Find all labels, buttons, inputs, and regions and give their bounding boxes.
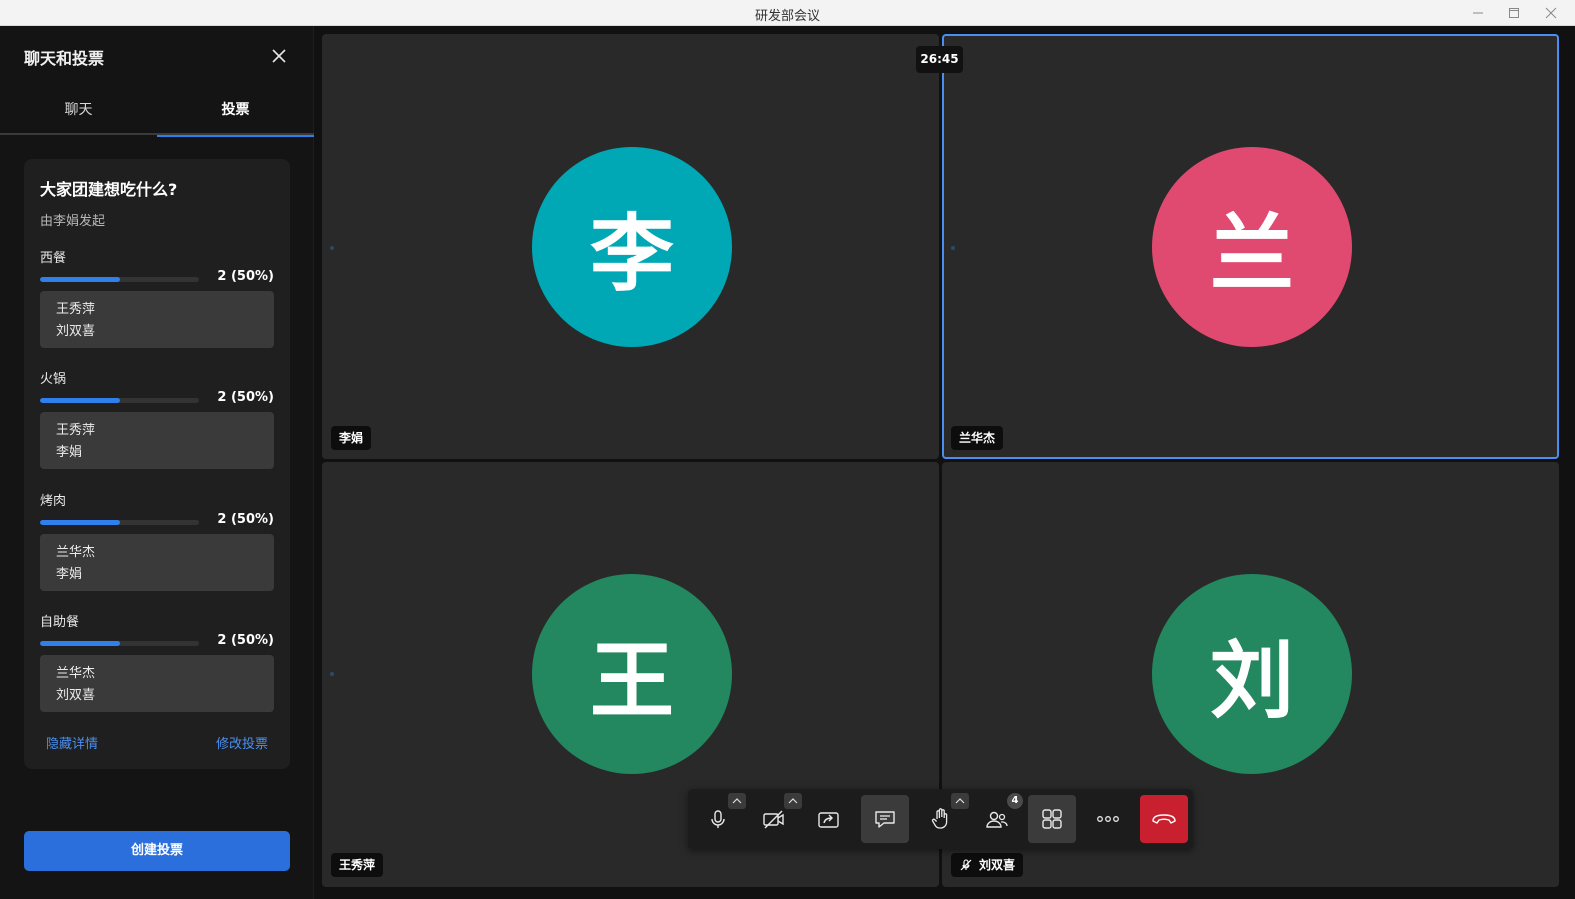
poll-option-fill [40,398,120,403]
more-icon [1097,816,1119,822]
share-screen-button[interactable] [805,795,853,843]
maximize-button[interactable] [1504,4,1524,22]
grid-layout-button[interactable] [1028,795,1076,843]
microphone-options-caret[interactable] [728,793,746,809]
participants-icon [986,811,1008,828]
panel-title: 聊天和投票 [24,49,105,68]
hide-details-link[interactable]: 隐藏详情 [46,733,98,752]
poll-option-percent: 2 (50%) [217,269,274,284]
close-icon [1545,7,1557,19]
tab-chat[interactable]: 聊天 [0,92,157,135]
participant-name-tag: 刘双喜 [951,853,1024,877]
camera-off-icon [763,810,784,829]
voter-name: 刘双喜 [56,324,96,339]
panel-tabs: 聊天 投票 [0,92,314,137]
video-tile[interactable]: 李 李娟 [322,34,939,459]
edit-vote-link[interactable]: 修改投票 [216,733,268,752]
voter-name: 兰华杰 [56,545,96,560]
voter-name: 李娟 [56,445,83,460]
poll-option-fill [40,277,120,282]
tab-poll[interactable]: 投票 [157,92,314,137]
close-window-button[interactable] [1541,4,1561,22]
poll-option-bar [40,277,199,282]
status-dot [330,672,334,676]
chevron-up-icon [788,798,798,804]
meeting-toolbar [688,789,1193,849]
close-icon [272,49,286,63]
minimize-button[interactable] [1468,4,1488,22]
camera-options-caret[interactable] [784,793,802,809]
chat-poll-panel: 聊天和投票 聊天 投票 大家团建想吃什么? 由李娟发起 西餐 2 (50%) 王… [0,26,314,899]
maximize-icon [1509,8,1519,18]
chevron-up-icon [732,798,742,804]
poll-option-fill [40,520,120,525]
title-bar: 研发部会议 [0,0,1575,26]
share-screen-icon [818,812,839,828]
close-panel-button[interactable] [268,45,290,67]
status-dot [951,246,955,250]
status-dot [330,246,334,250]
avatar: 兰 [1152,147,1352,347]
voter-name: 王秀萍 [56,423,96,438]
chat-button[interactable] [861,795,909,843]
more-options-button[interactable] [1084,795,1132,843]
poll-card: 大家团建想吃什么? 由李娟发起 西餐 2 (50%) 王秀萍 刘双喜 火锅 2 … [24,159,290,769]
participant-name-tag: 王秀萍 [331,853,384,877]
poll-voters: 兰华杰 刘双喜 [40,655,274,712]
poll-option-percent: 2 (50%) [217,512,274,527]
voter-name: 王秀萍 [56,302,96,317]
poll-voters: 王秀萍 刘双喜 [40,291,274,348]
poll-option-bar [40,398,199,403]
voter-name: 刘双喜 [56,688,96,703]
poll-option-percent: 2 (50%) [217,390,274,405]
participant-name: 王秀萍 [339,858,376,872]
meeting-window: 研发部会议 聊天和投票 聊天 投票 大家团建想吃什么? 由李娟发起 西餐 2 (… [0,0,1575,899]
microphone-icon [711,810,725,828]
voter-name: 李娟 [56,567,83,582]
poll-option-bar [40,641,199,646]
participant-count-badge: 4 [1007,793,1023,809]
poll-option-fill [40,641,120,646]
voter-name: 兰华杰 [56,666,96,681]
poll-option-name: 烤肉 [40,494,67,509]
window-title: 研发部会议 [754,9,820,24]
chat-icon [875,811,895,828]
poll-initiator: 由李娟发起 [40,214,106,229]
poll-option-percent: 2 (50%) [217,633,274,648]
hang-up-icon [1152,814,1176,824]
participant-name-tag: 李娟 [331,426,372,450]
poll-option: 火锅 2 (50%) 王秀萍 李娟 [40,368,274,469]
poll-option-bar [40,520,199,525]
avatar: 刘 [1152,574,1352,774]
participant-name: 李娟 [339,431,364,445]
participant-name-tag: 兰华杰 [951,426,1004,450]
poll-voters: 兰华杰 李娟 [40,534,274,591]
poll-option-name: 自助餐 [40,615,80,630]
hang-up-button[interactable] [1140,795,1188,843]
create-poll-button[interactable]: 创建投票 [24,831,290,871]
meeting-timer: 26:45 [916,46,963,73]
grid-layout-icon [1042,809,1062,829]
minimize-icon [1473,12,1483,14]
poll-option-name: 西餐 [40,251,67,266]
chevron-up-icon [955,798,965,804]
poll-option-name: 火锅 [40,372,67,387]
poll-voters: 王秀萍 李娟 [40,412,274,469]
video-tile-active-speaker[interactable]: 兰 兰华杰 [942,34,1559,459]
poll-question: 大家团建想吃什么? [40,180,178,199]
mic-muted-icon [960,859,972,871]
poll-option: 西餐 2 (50%) 王秀萍 刘双喜 [40,247,274,348]
raise-hand-icon [931,808,948,829]
participant-name: 兰华杰 [959,431,996,445]
participant-name: 刘双喜 [979,858,1016,872]
avatar: 王 [532,574,732,774]
poll-option: 自助餐 2 (50%) 兰华杰 刘双喜 [40,611,274,712]
raise-hand-options-caret[interactable] [951,793,969,809]
avatar: 李 [532,147,732,347]
poll-option: 烤肉 2 (50%) 兰华杰 李娟 [40,490,274,591]
